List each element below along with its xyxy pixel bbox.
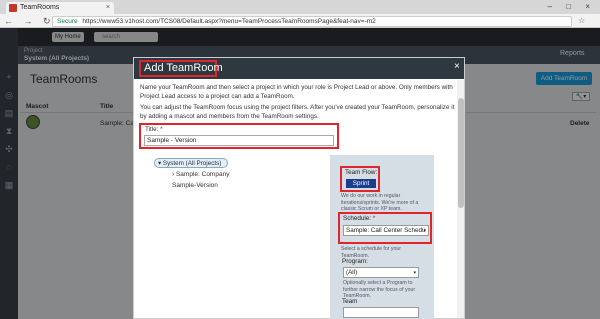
tree-node-company[interactable]: › Sample: Company	[172, 171, 229, 178]
url-text: https://www53.v1host.com/TCS08/Default.a…	[82, 18, 376, 25]
required-marker: *	[160, 126, 163, 133]
chevron-down-icon: ▾	[423, 228, 426, 234]
schedule-highlight: Schedule: * Sample: Call Center Schedu ▾	[338, 212, 432, 244]
url-field[interactable]: Secure https://www53.v1host.com/TCS08/De…	[52, 16, 572, 27]
team-flow-help: We do our work in regular iterations/spr…	[341, 193, 419, 212]
dialog-title: Add TeamRoom	[139, 60, 223, 77]
help-text: You can adjust the TeamRoom focus using …	[140, 104, 455, 120]
scrollbar-thumb[interactable]	[458, 98, 464, 208]
tab-close-icon[interactable]: ×	[106, 2, 110, 14]
tree-node-version[interactable]: Sample-Version	[172, 182, 218, 189]
window-controls[interactable]: – □ ×	[548, 2, 596, 11]
schedule-select[interactable]: Sample: Call Center Schedu ▾	[343, 225, 429, 236]
project-tree: ▾ System (All Projects) › Sample: Compan…	[154, 158, 334, 218]
program-help: Optionally select a Program to further n…	[343, 280, 416, 299]
title-label-text: Title:	[145, 126, 159, 133]
secure-label: Secure	[57, 18, 78, 25]
schedule-label: Schedule: *	[343, 215, 375, 222]
schedule-label-text: Schedule:	[343, 215, 372, 222]
intro-text: Name your TeamRoom and then select a pro…	[140, 84, 453, 100]
team-flow-label: Team Flow:	[345, 169, 378, 176]
title-field-highlight: Title: * Sample - Version	[139, 123, 339, 149]
browser-tab[interactable]: TeamRooms ×	[6, 2, 114, 14]
title-label: Title: *	[145, 126, 163, 133]
tab-title: TeamRooms	[20, 4, 60, 11]
sprint-toggle[interactable]: Sprint	[346, 179, 376, 188]
team-select[interactable]	[343, 307, 419, 318]
bookmark-star-icon[interactable]: ☆	[578, 16, 585, 25]
title-input[interactable]: Sample - Version	[144, 135, 334, 146]
close-icon[interactable]: ×	[454, 61, 460, 73]
program-value: (All)	[346, 269, 358, 276]
program-select[interactable]: (All) ▾	[343, 267, 419, 278]
program-label: Program:	[342, 258, 368, 265]
schedule-required-marker: *	[372, 215, 376, 222]
team-flow-highlight: Team Flow: Sprint	[340, 166, 380, 192]
chevron-down-icon: ▾	[413, 270, 416, 276]
nav-buttons[interactable]: ← → ↻	[4, 15, 55, 27]
team-label: Team	[342, 298, 358, 305]
tree-root-node[interactable]: ▾ System (All Projects)	[154, 158, 228, 168]
favicon-icon	[9, 4, 17, 12]
schedule-value: Sample: Call Center Schedu	[346, 227, 426, 234]
